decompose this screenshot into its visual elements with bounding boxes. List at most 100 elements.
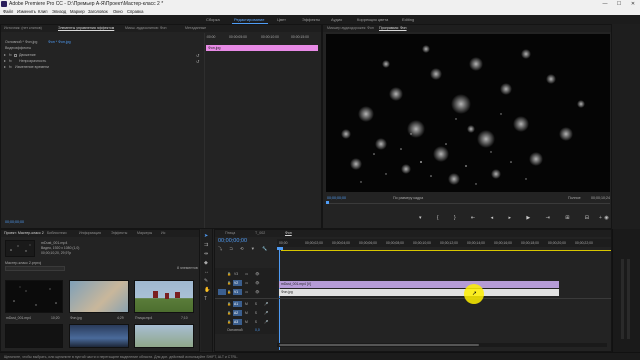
program-timecode-duration: 00;00;10;24 — [591, 196, 610, 200]
track-v2-controls[interactable]: ▭ 👁 — [245, 281, 262, 285]
bin-item-bird[interactable] — [134, 280, 194, 313]
tab-effects[interactable]: Эффекты — [111, 231, 127, 235]
menu-window[interactable]: Окно — [113, 9, 123, 14]
program-video-frame[interactable] — [326, 34, 610, 192]
track-v3-controls[interactable]: ▭ 👁 — [245, 272, 262, 276]
track-select-tool-icon[interactable]: ⇉ — [204, 242, 208, 248]
menu-help[interactable]: Справка — [127, 9, 143, 14]
program-scrubber[interactable] — [326, 203, 610, 204]
tab-seq-background[interactable]: Фон — [285, 231, 292, 235]
transport-controls[interactable]: ▾ { } ⇤ ◂ ▸ ▶ ⇥ ⊞ ⊟ ◉ — [419, 215, 616, 221]
expand-opacity-icon[interactable] — [4, 60, 6, 62]
workspace-assembly[interactable]: Сборка — [206, 17, 220, 22]
timeline-toolbar[interactable]: ⤵ ⊐ ⟲ ▼ 🔧 — [218, 246, 270, 252]
add-button[interactable]: + — [599, 215, 602, 221]
project-search-input[interactable] — [5, 266, 65, 271]
slip-tool-icon[interactable]: ↔ — [204, 269, 209, 275]
razor-tool-icon[interactable]: ◆ — [204, 260, 208, 266]
reset-icon[interactable]: ↺ — [196, 53, 199, 58]
workspace-color-correction[interactable]: Коррекция цвета — [357, 17, 388, 22]
lock-icon[interactable]: 🔒 — [227, 290, 231, 294]
reset-icon[interactable]: ↺ — [196, 59, 199, 64]
fit-dropdown[interactable]: По размеру кадра — [393, 196, 423, 200]
maximize-button[interactable]: ☐ — [612, 0, 626, 8]
clip-background-v1[interactable] — [279, 289, 559, 296]
track-v1-label[interactable]: V1 — [234, 290, 238, 294]
menu-sequence[interactable]: Эпизод — [52, 9, 66, 14]
lock-icon[interactable]: 🔒 — [227, 320, 231, 324]
lock-icon[interactable]: 🔒 — [227, 311, 231, 315]
minimize-button[interactable]: — — [598, 0, 612, 8]
bin-item-background[interactable] — [69, 280, 129, 313]
tab-effect-controls[interactable]: Элементы управления эффектом — [58, 26, 114, 30]
tab-info[interactable]: Информация — [79, 231, 101, 235]
program-timecode-current[interactable]: 00;00;00;00 — [327, 196, 346, 200]
timeline-scroll-thumb[interactable] — [279, 344, 479, 346]
close-button[interactable]: ✕ — [626, 0, 640, 8]
track-a2-controls[interactable]: M S 🎤 — [245, 311, 271, 315]
breadcrumb-sequence[interactable]: Фон * Фон.jpg — [48, 40, 71, 44]
tab-project[interactable]: Проект: Мастер-класс 2 — [4, 231, 44, 235]
track-a1-label[interactable]: A1 — [234, 302, 238, 306]
menu-clip[interactable]: Клип — [38, 9, 48, 14]
keyframe-clip-bar[interactable] — [206, 45, 318, 51]
lock-icon[interactable]: 🔒 — [227, 302, 231, 306]
track-a3-controls[interactable]: M S 🎤 — [245, 320, 271, 324]
tab-seq-bird[interactable]: Птица — [225, 231, 235, 235]
bin-item-4[interactable] — [5, 324, 63, 348]
effect-motion[interactable]: Движение — [19, 53, 36, 57]
track-a3-label[interactable]: A3 — [234, 320, 238, 324]
tab-seq-t002[interactable]: T_002 — [255, 231, 265, 235]
tab-markers[interactable]: Маркеры — [137, 231, 152, 235]
workspace-effects[interactable]: Эффекты — [302, 17, 320, 22]
bin-item-dust[interactable] — [5, 280, 63, 313]
timeline-timecode[interactable]: 00;00;00;00 — [218, 238, 247, 244]
workspace-color[interactable]: Цвет — [277, 17, 286, 22]
lock-icon[interactable]: 🔒 — [227, 272, 231, 276]
expand-motion-icon[interactable] — [4, 54, 6, 56]
quality-dropdown[interactable]: Полное — [568, 196, 581, 200]
fx-icon: fx — [9, 53, 12, 57]
tab-source[interactable]: Источник: (нет клипов) — [4, 26, 42, 30]
source-v1-patch[interactable] — [218, 289, 226, 295]
effect-opacity[interactable]: Непрозрачность — [19, 59, 46, 63]
workspace-audio[interactable]: Аудио — [331, 17, 342, 22]
pen-tool-icon[interactable]: ✎ — [204, 278, 208, 284]
expand-time-remap-icon[interactable] — [4, 66, 6, 68]
effect-controls-timecode[interactable]: 00;00;00;00 — [5, 220, 24, 224]
tab-program[interactable]: Программа: Фон — [379, 26, 407, 30]
bin-item-bird-duration: 7;10 — [181, 316, 188, 320]
menu-file[interactable]: Файл — [3, 9, 13, 14]
tab-history[interactable]: Ис — [161, 231, 165, 235]
track-v2-label[interactable]: V2 — [234, 281, 238, 285]
clip-dust-v2[interactable] — [279, 281, 559, 288]
track-headers — [215, 268, 277, 334]
breadcrumb-main[interactable]: Основной * Фон.jpg — [5, 40, 37, 44]
master-track-value[interactable]: 0,0 — [255, 328, 260, 332]
tab-audio-track-mixer[interactable]: Микшер аудиодорожек: Фон — [327, 26, 374, 30]
effect-time-remapping[interactable]: Изменение времени — [15, 65, 49, 69]
selection-tool-icon[interactable]: ➤ — [204, 233, 208, 239]
hand-tool-icon[interactable]: ✋ — [204, 287, 210, 293]
menu-title[interactable]: Заголовок — [88, 9, 108, 14]
workspace-editing-en[interactable]: Editing — [402, 17, 414, 22]
workspace-editing[interactable]: Редактирование — [234, 17, 264, 22]
ripple-edit-tool-icon[interactable]: ⇹ — [204, 251, 208, 257]
bin-item-5[interactable] — [69, 324, 129, 348]
tab-libraries[interactable]: Библиотеки — [47, 231, 66, 235]
track-v1-controls[interactable]: ▭ 👁 — [245, 290, 262, 294]
track-a2-label[interactable]: A2 — [234, 311, 238, 315]
track-v3-label[interactable]: V3 — [234, 272, 238, 276]
track-a1-controls[interactable]: M S 🎤 — [245, 302, 271, 306]
work-area-bar[interactable] — [281, 250, 611, 251]
menu-edit[interactable]: Изменить — [17, 9, 36, 14]
menu-marker[interactable]: Маркер — [70, 9, 85, 14]
right-empty-strip — [612, 24, 640, 229]
program-playhead[interactable] — [326, 201, 329, 204]
tab-audio-clip-mixer[interactable]: Микш. аудиоклипов: Фон — [125, 26, 166, 30]
type-tool-icon[interactable]: T — [204, 296, 207, 302]
tab-metadata[interactable]: Метаданные — [185, 26, 206, 30]
project-tabs: Проект: Мастер-класс 2 Библиотеки Информ… — [1, 230, 199, 237]
bin-item-6[interactable] — [134, 324, 194, 348]
lock-icon[interactable]: 🔒 — [227, 281, 231, 285]
